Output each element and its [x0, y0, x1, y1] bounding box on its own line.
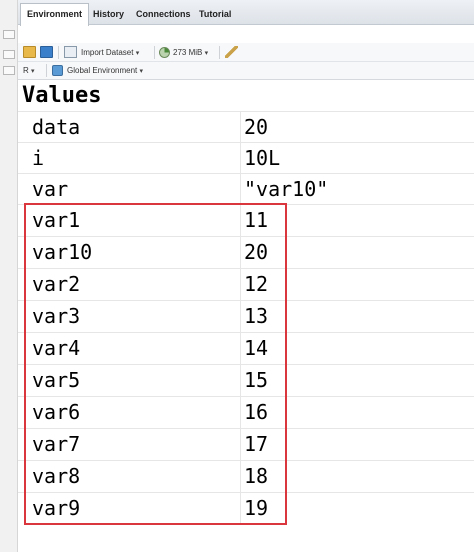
- variable-name: var7: [32, 432, 81, 456]
- variable-name: var4: [32, 336, 81, 360]
- memory-pie-icon: [159, 47, 170, 58]
- variable-row[interactable]: var5 15: [18, 364, 474, 396]
- environment-select[interactable]: Global Environment ▾: [67, 63, 143, 78]
- variable-name: data: [32, 115, 81, 139]
- memory-usage-button[interactable]: 273 MiB ▾: [173, 45, 208, 60]
- variable-name: var9: [32, 496, 81, 520]
- gutter-icon: [3, 66, 15, 75]
- variable-row[interactable]: var2 12: [18, 268, 474, 300]
- tab-history[interactable]: History: [86, 3, 131, 25]
- variable-row[interactable]: var "var10": [18, 173, 474, 205]
- chevron-down-icon: ▾: [135, 50, 140, 57]
- variable-name: var5: [32, 368, 81, 392]
- variable-name: var2: [32, 272, 81, 296]
- variable-value: 13: [244, 304, 269, 328]
- chevron-down-icon: ▾: [139, 68, 144, 75]
- import-dataset-label: Import Dataset: [81, 48, 134, 57]
- variable-row[interactable]: var6 16: [18, 396, 474, 428]
- variable-row[interactable]: var8 18: [18, 460, 474, 492]
- variable-value: 16: [244, 400, 269, 424]
- variable-name: var: [32, 177, 69, 201]
- environment-selector-bar: R ▾ Global Environment ▾: [18, 62, 474, 80]
- variable-value: 12: [244, 272, 269, 296]
- adjacent-pane-gutter: [0, 0, 18, 552]
- chevron-down-icon: ▾: [204, 50, 209, 57]
- variable-name: var8: [32, 464, 81, 488]
- language-select[interactable]: R ▾: [23, 63, 35, 78]
- variable-name: var3: [32, 304, 81, 328]
- open-folder-icon[interactable]: [23, 46, 36, 58]
- language-label: R: [23, 66, 29, 75]
- broom-icon[interactable]: [225, 46, 238, 58]
- variable-value: 14: [244, 336, 269, 360]
- environment-pane: Environment History Connections Tutorial…: [18, 0, 474, 552]
- variable-value: 17: [244, 432, 269, 456]
- memory-usage-label: 273 MiB: [173, 48, 203, 57]
- values-list: Values data 20 i 10L var "var10" var1 11 var…: [18, 80, 474, 552]
- variable-row[interactable]: var1 11: [18, 204, 474, 236]
- variable-value: 10L: [244, 146, 281, 170]
- variable-name: var10: [32, 240, 93, 264]
- save-icon[interactable]: [40, 46, 53, 58]
- variable-name: var1: [32, 208, 81, 232]
- import-dataset-icon: [64, 46, 77, 58]
- environment-icon: [52, 65, 63, 76]
- variable-row[interactable]: data 20: [18, 111, 474, 143]
- gutter-icon: [3, 30, 15, 39]
- variable-row[interactable]: i 10L: [18, 142, 474, 174]
- variable-row[interactable]: var9 19: [18, 492, 474, 524]
- environment-toolbar: Import Dataset ▾ 273 MiB ▾: [18, 43, 474, 62]
- variable-value: 18: [244, 464, 269, 488]
- variable-value: 15: [244, 368, 269, 392]
- pane-tab-bar: Environment History Connections Tutorial: [18, 0, 474, 26]
- variable-value: 20: [244, 115, 269, 139]
- variable-row[interactable]: var10 20: [18, 236, 474, 268]
- environment-label: Global Environment: [67, 66, 138, 75]
- chevron-down-icon: ▾: [31, 68, 35, 75]
- values-section-title: Values: [22, 83, 102, 108]
- variable-value: 19: [244, 496, 269, 520]
- import-dataset-button[interactable]: Import Dataset ▾: [81, 45, 139, 60]
- tab-connections[interactable]: Connections: [129, 3, 198, 25]
- tab-tutorial[interactable]: Tutorial: [192, 3, 238, 25]
- variable-row[interactable]: var7 17: [18, 428, 474, 460]
- gutter-icon: [3, 50, 15, 59]
- variable-value: 11: [244, 208, 269, 232]
- variable-name: i: [32, 146, 45, 170]
- variable-name: var6: [32, 400, 81, 424]
- variable-value: 20: [244, 240, 269, 264]
- variable-row[interactable]: var4 14: [18, 332, 474, 364]
- variable-row[interactable]: var3 13: [18, 300, 474, 332]
- variable-value: "var10": [244, 177, 329, 201]
- tab-environment[interactable]: Environment: [20, 3, 90, 26]
